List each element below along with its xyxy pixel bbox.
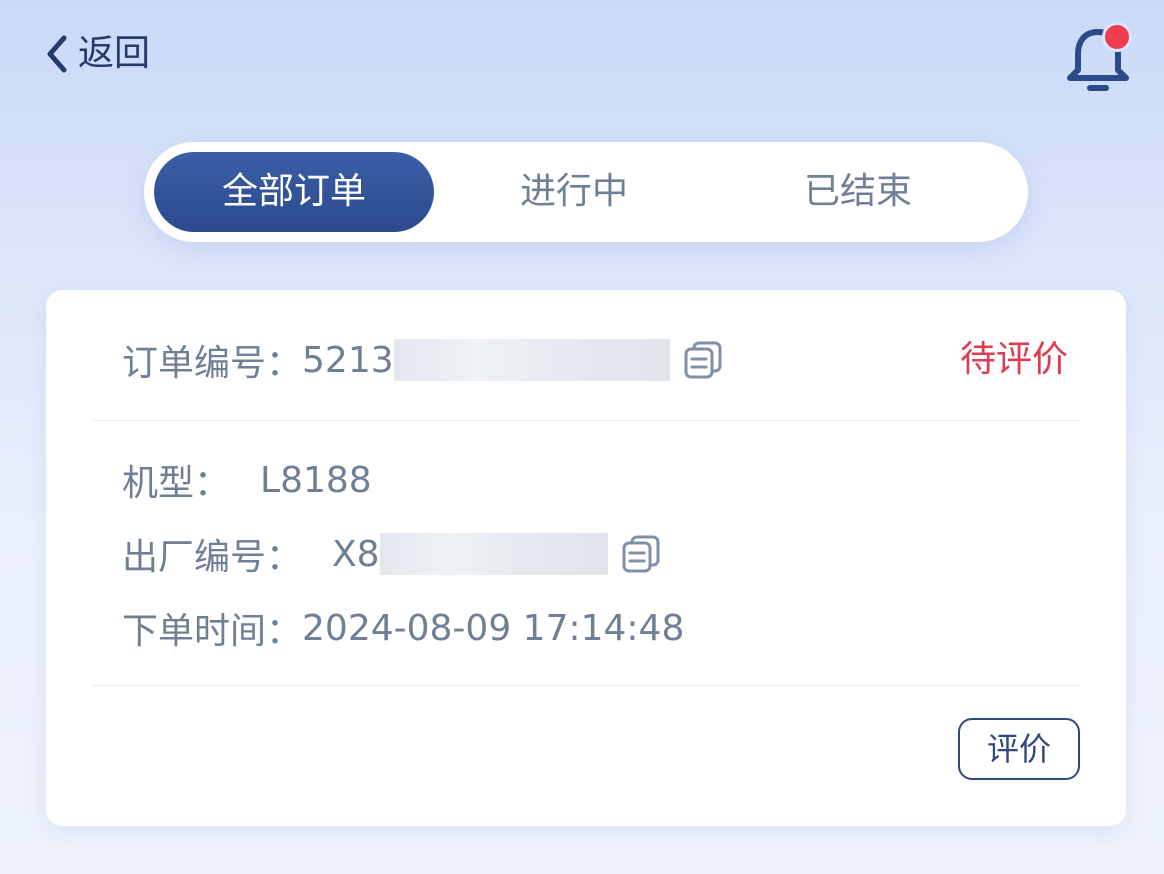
model-row: 机型： L8188 xyxy=(122,450,372,510)
redacted-order-number xyxy=(393,339,670,381)
back-button[interactable]: 返回 xyxy=(40,30,150,78)
order-card: 订单编号： 5213 待评价 机型： L8188 出厂编号： X8 下单时间： … xyxy=(46,290,1126,826)
back-label: 返回 xyxy=(78,33,151,74)
order-number-label: 订单编号： xyxy=(122,343,303,384)
order-time-label: 下单时间： xyxy=(122,611,303,652)
serial-label: 出厂编号： xyxy=(122,537,303,578)
tab-all-orders[interactable]: 全部订单 xyxy=(154,152,434,232)
chevron-left-icon xyxy=(47,35,67,73)
tab-in-progress[interactable]: 进行中 xyxy=(434,152,714,232)
model-label: 机型： xyxy=(122,463,231,504)
serial-row: 出厂编号： X8 xyxy=(122,524,662,584)
divider xyxy=(92,420,1080,421)
header: 返回 xyxy=(0,0,1164,110)
order-time-value: 2024-08-09 17:14:48 xyxy=(302,607,685,649)
serial-value: X8 xyxy=(332,533,380,575)
order-tabs: 全部订单 进行中 已结束 xyxy=(144,142,1028,242)
order-status-badge: 待评价 xyxy=(959,339,1068,380)
review-button[interactable]: 评价 xyxy=(958,718,1080,780)
redacted-serial-number xyxy=(379,533,608,575)
order-time-row: 下单时间： 2024-08-09 17:14:48 xyxy=(122,598,684,658)
copy-icon[interactable] xyxy=(620,533,662,575)
notification-dot xyxy=(1102,22,1132,52)
model-value: L8188 xyxy=(260,459,372,501)
order-number-value: 5213 xyxy=(302,339,394,381)
copy-icon[interactable] xyxy=(682,339,724,381)
tab-ended[interactable]: 已结束 xyxy=(718,152,998,232)
divider xyxy=(92,685,1080,686)
notification-button[interactable] xyxy=(1062,22,1134,94)
order-number-row: 订单编号： 5213 xyxy=(122,330,724,390)
